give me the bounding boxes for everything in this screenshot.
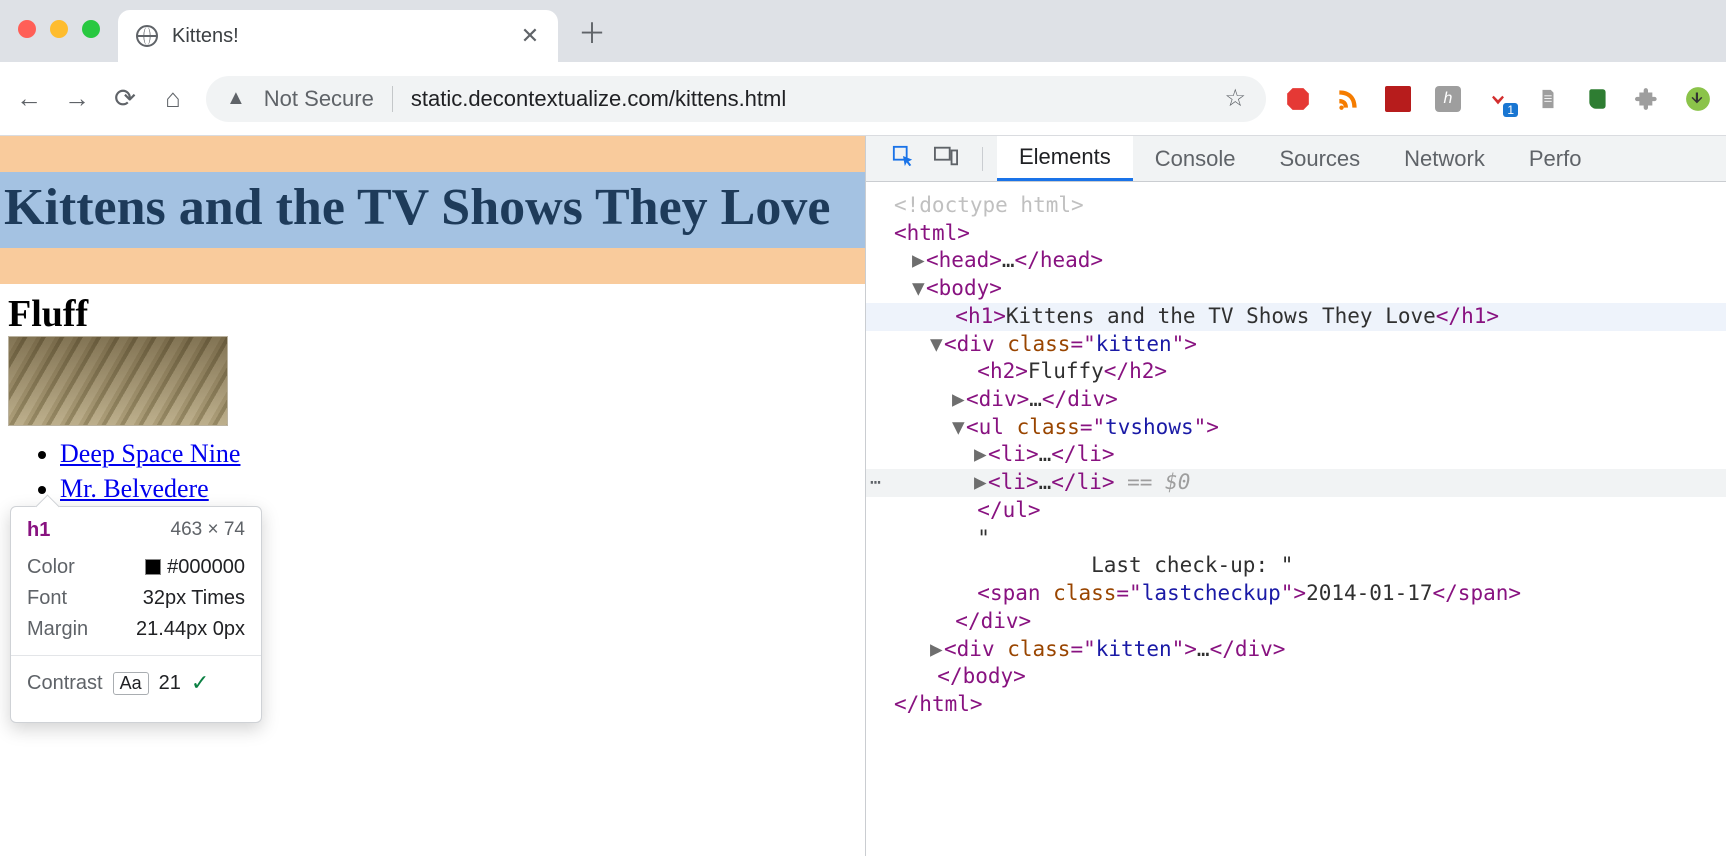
document-icon[interactable] [1534,85,1562,113]
tab-sources[interactable]: Sources [1257,136,1382,181]
checkmark-icon: ✓ [191,670,209,696]
h1-margin-top [0,136,865,172]
dom-node[interactable]: ▼<body> [866,275,1726,303]
url-text: static.decontextualize.com/kittens.html [411,86,786,112]
tab-title: Kittens! [172,25,502,48]
dom-node[interactable]: </body> [866,663,1726,691]
tooltip-color-value: #000000 [167,556,245,578]
window-controls [0,20,118,52]
dom-node[interactable]: <h2>Fluffy</h2> [866,358,1726,386]
list-item: Deep Space Nine [60,436,865,471]
tooltip-dimensions: 463 × 74 [171,519,246,542]
browser-tab[interactable]: Kittens! ✕ [118,10,558,62]
tooltip-contrast-value: 21 [159,672,181,695]
page-viewport: Kittens and the TV Shows They Love Fluff… [0,136,866,856]
extensions-icon[interactable] [1634,85,1662,113]
tab-console[interactable]: Console [1133,136,1258,181]
globe-icon [136,25,158,47]
dom-tree[interactable]: <!doctype html> <html> ▶<head>…</head> ▼… [866,182,1726,856]
dom-node[interactable]: ▶<div>…</div> [866,386,1726,414]
bookmark-star-icon[interactable]: ☆ [1224,84,1246,113]
contrast-aa-badge: Aa [113,672,149,695]
tab-network[interactable]: Network [1382,136,1507,181]
devtools-tabstrip: Elements Console Sources Network Perfo [866,136,1726,182]
element-inspect-tooltip: h1 463 × 74 Color #000000 Font 32px Time… [10,506,262,723]
window-minimize-button[interactable] [50,20,68,38]
adblock-icon[interactable] [1284,85,1312,113]
not-secure-label: Not Secure [264,86,374,112]
dom-node[interactable]: ▶<li>…</li> [866,441,1726,469]
tab-performance[interactable]: Perfo [1507,136,1604,181]
tooltip-tag: h1 [27,519,50,542]
tvshow-link[interactable]: Deep Space Nine [60,439,240,468]
h1-margin-bottom [0,248,865,284]
dom-node[interactable]: </html> [866,691,1726,719]
dom-node[interactable]: ▶<head>…</head> [866,247,1726,275]
tooltip-font-value: 32px Times [143,587,245,610]
devtools-panel: Elements Console Sources Network Perfo <… [866,136,1726,856]
home-button[interactable]: ⌂ [158,83,188,114]
tab-elements[interactable]: Elements [997,136,1133,181]
download-helper-icon[interactable]: 1 [1484,85,1512,113]
toolbar: ← → ⟳ ⌂ ▲ Not Secure static.decontextual… [0,62,1726,136]
dom-node[interactable]: </div> [866,608,1726,636]
inspect-element-icon[interactable] [882,145,924,173]
dom-node[interactable]: </ul> [866,497,1726,525]
tvshows-list: Deep Space Nine Mr. Belvedere [0,436,865,506]
dom-node[interactable]: <html> [866,220,1726,248]
tab-strip: Kittens! ✕ ＋ [0,0,1726,62]
forward-button[interactable]: → [62,83,92,114]
tooltip-margin-value: 21.44px 0px [136,618,245,641]
dictionary-icon[interactable] [1384,85,1412,113]
dom-text-node[interactable]: " [866,525,1726,553]
new-tab-button[interactable]: ＋ [572,12,612,60]
security-warning-icon: ▲ [226,87,246,110]
browser-chrome: Kittens! ✕ ＋ ← → ⟳ ⌂ ▲ Not Secure static… [0,0,1726,136]
rss-icon[interactable] [1334,85,1362,113]
jdownloader-icon[interactable] [1684,85,1712,113]
honey-icon[interactable]: h [1434,85,1462,113]
back-button[interactable]: ← [14,83,44,114]
page-heading: Kittens and the TV Shows They Love [0,172,865,248]
dom-text-node[interactable]: Last check-up: " [866,552,1726,580]
dom-doctype: <!doctype html> [894,193,1084,217]
address-bar[interactable]: ▲ Not Secure static.decontextualize.com/… [206,76,1266,122]
window-close-button[interactable] [18,20,36,38]
dom-node[interactable]: <span class="lastcheckup">2014-01-17</sp… [866,580,1726,608]
dom-node[interactable]: ▼<ul class="tvshows"> [866,414,1726,442]
tvshow-link[interactable]: Mr. Belvedere [60,474,209,503]
window-maximize-button[interactable] [82,20,100,38]
device-toggle-icon[interactable] [924,146,968,172]
evernote-icon[interactable] [1584,85,1612,113]
omnibox-separator [392,86,393,112]
dom-node[interactable]: ▶<div class="kitten">…</div> [866,636,1726,664]
download-badge: 1 [1503,103,1518,117]
tooltip-margin-label: Margin [27,618,88,641]
content-row: Kittens and the TV Shows They Love Fluff… [0,136,1726,856]
dom-node[interactable]: ▼<div class="kitten"> [866,331,1726,359]
dom-node-selected[interactable]: <h1>Kittens and the TV Shows They Love</… [866,303,1726,331]
color-swatch-icon [145,559,161,575]
dom-node-hover[interactable]: ▶<li>…</li> == $0 [866,469,1726,497]
reload-button[interactable]: ⟳ [110,83,140,114]
list-item: Mr. Belvedere [60,471,865,506]
tab-close-button[interactable]: ✕ [516,23,544,49]
page-subheading-peek: Fluff [0,284,865,336]
kitten-image [8,336,228,426]
tooltip-font-label: Font [27,587,67,610]
tooltip-color-label: Color [27,556,75,579]
h1-box-model-overlay: Kittens and the TV Shows They Love [0,136,865,284]
tooltip-contrast-label: Contrast [27,672,103,695]
extensions-tray: h 1 [1284,85,1712,113]
